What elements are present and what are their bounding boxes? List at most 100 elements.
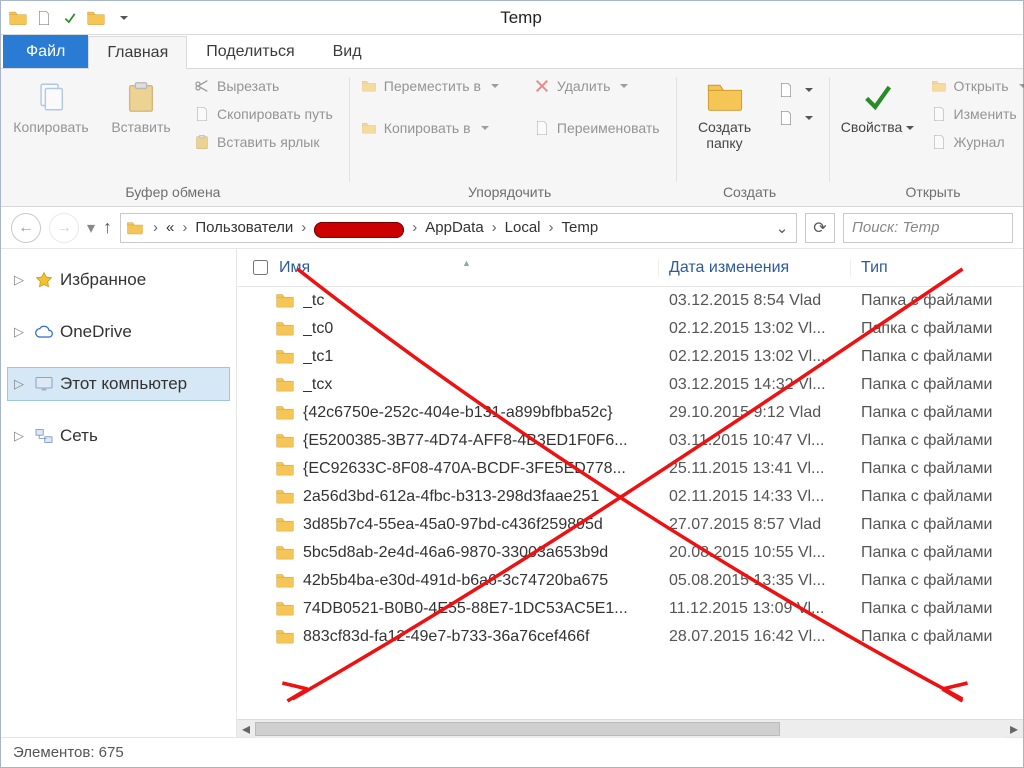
qat-properties-icon[interactable] bbox=[59, 7, 81, 29]
refresh-button[interactable]: ⟳ bbox=[805, 213, 835, 243]
file-list[interactable]: _tc03.12.2015 8:54 VladПапка с файлами_t… bbox=[237, 287, 1023, 719]
history-button[interactable]: Журнал bbox=[926, 131, 1024, 153]
column-date[interactable]: Дата изменения bbox=[659, 259, 851, 277]
table-row[interactable]: 883cf83d-fa12-49e7-b733-36a76cef466f28.0… bbox=[237, 623, 1023, 651]
scroll-track[interactable] bbox=[255, 720, 1005, 738]
content-pane: ▲Имя Дата изменения Тип _tc03.12.2015 8:… bbox=[237, 249, 1023, 737]
chevron-right-icon: ▷ bbox=[14, 376, 28, 392]
nav-network[interactable]: ▷ Сеть bbox=[7, 419, 230, 453]
nav-this-pc[interactable]: ▷ Этот компьютер bbox=[7, 367, 230, 401]
rename-icon bbox=[533, 119, 551, 137]
star-icon bbox=[34, 270, 54, 290]
window-title: Temp bbox=[139, 8, 903, 28]
properties-button[interactable]: Свойства bbox=[836, 75, 920, 135]
breadcrumb-appdata[interactable]: AppData bbox=[425, 219, 483, 236]
ribbon-tabs: Файл Главная Поделиться Вид bbox=[1, 35, 1023, 69]
table-row[interactable]: {42c6750e-252c-404e-b131-a899bfbba52c}29… bbox=[237, 399, 1023, 427]
folder-icon bbox=[275, 628, 295, 646]
file-date: 05.08.2015 13:35 Vl... bbox=[659, 572, 851, 590]
file-date: 29.10.2015 9:12 Vlad bbox=[659, 404, 851, 422]
folder-icon bbox=[275, 488, 295, 506]
folder-icon bbox=[275, 460, 295, 478]
scroll-right-icon[interactable]: ▸ bbox=[1005, 720, 1023, 738]
file-name: {EC92633C-8F08-470A-BCDF-3FE5ED778... bbox=[303, 460, 659, 478]
paste-shortcut-button[interactable]: Вставить ярлык bbox=[189, 131, 337, 153]
status-items-count: 675 bbox=[99, 744, 124, 761]
titlebar: Temp bbox=[1, 1, 1023, 35]
table-row[interactable]: {E5200385-3B77-4D74-AFF8-4B3ED1F0F6...03… bbox=[237, 427, 1023, 455]
easy-access-button[interactable] bbox=[773, 107, 817, 129]
new-folder-button[interactable]: Создатьпапку bbox=[683, 75, 767, 151]
file-name: _tcx bbox=[303, 376, 659, 394]
group-clipboard: Копировать Вставить Вырезать Скопировать… bbox=[9, 75, 337, 206]
qat-new-folder-icon[interactable] bbox=[33, 7, 55, 29]
tab-file[interactable]: Файл bbox=[3, 35, 88, 68]
rename-button[interactable]: Переименовать bbox=[529, 117, 664, 139]
file-name: 883cf83d-fa12-49e7-b733-36a76cef466f bbox=[303, 628, 659, 646]
system-menu-icon[interactable] bbox=[7, 7, 29, 29]
cut-button[interactable]: Вырезать bbox=[189, 75, 337, 97]
file-date: 02.11.2015 14:33 Vl... bbox=[659, 488, 851, 506]
breadcrumb-temp[interactable]: Temp bbox=[562, 219, 599, 236]
qat-folder-icon[interactable] bbox=[85, 7, 107, 29]
scroll-thumb[interactable] bbox=[255, 722, 780, 736]
open-button[interactable]: Открыть bbox=[926, 75, 1024, 97]
cloud-icon bbox=[34, 322, 54, 342]
search-input[interactable]: Поиск: Temp bbox=[843, 213, 1013, 243]
forward-button[interactable]: → bbox=[49, 213, 79, 243]
table-row[interactable]: _tc03.12.2015 8:54 VladПапка с файлами bbox=[237, 287, 1023, 315]
tab-share[interactable]: Поделиться bbox=[187, 35, 313, 68]
new-item-button[interactable] bbox=[773, 79, 817, 101]
explorer-window: Temp Файл Главная Поделиться Вид Копиров… bbox=[0, 0, 1024, 768]
horizontal-scrollbar[interactable]: ◂ ▸ bbox=[237, 719, 1023, 737]
address-bar[interactable]: « Пользователи AppData Local Temp ⌄ bbox=[120, 213, 797, 243]
table-row[interactable]: 5bc5d8ab-2e4d-46a6-9870-33003a653b9d20.0… bbox=[237, 539, 1023, 567]
table-row[interactable]: _tc102.12.2015 13:02 Vl...Папка с файлам… bbox=[237, 343, 1023, 371]
tab-view[interactable]: Вид bbox=[314, 35, 381, 68]
file-date: 02.12.2015 13:02 Vl... bbox=[659, 320, 851, 338]
qat-customize-icon[interactable] bbox=[111, 7, 133, 29]
paste-button[interactable]: Вставить bbox=[99, 75, 183, 135]
file-type: Папка с файлами bbox=[851, 628, 1023, 646]
file-name: 42b5b4ba-e30d-491d-b6a6-3c74720ba675 bbox=[303, 572, 659, 590]
breadcrumb-users[interactable]: Пользователи bbox=[195, 219, 293, 236]
copy-button[interactable]: Копировать bbox=[9, 75, 93, 135]
move-to-button[interactable]: Переместить в bbox=[356, 75, 503, 97]
nav-favorites[interactable]: ▷ Избранное bbox=[7, 263, 230, 297]
file-type: Папка с файлами bbox=[851, 376, 1023, 394]
table-row[interactable]: 74DB0521-B0B0-4E55-88E7-1DC53AC5E1...11.… bbox=[237, 595, 1023, 623]
folder-icon bbox=[275, 292, 295, 310]
table-row[interactable]: _tc002.12.2015 13:02 Vl...Папка с файлам… bbox=[237, 315, 1023, 343]
table-row[interactable]: _tcx03.12.2015 14:32 Vl...Папка с файлам… bbox=[237, 371, 1023, 399]
delete-button[interactable]: Удалить bbox=[529, 75, 664, 97]
edit-button[interactable]: Изменить bbox=[926, 103, 1024, 125]
table-row[interactable]: 2a56d3bd-612a-4fbc-b313-298d3faae25102.1… bbox=[237, 483, 1023, 511]
back-button[interactable]: ← bbox=[11, 213, 41, 243]
address-bar-dropdown-icon[interactable]: ⌄ bbox=[772, 219, 792, 237]
up-button[interactable]: ↑ bbox=[103, 217, 112, 238]
quick-access-toolbar bbox=[1, 7, 139, 29]
copy-to-button[interactable]: Копировать в bbox=[356, 117, 503, 139]
file-type: Папка с файлами bbox=[851, 348, 1023, 366]
file-date: 27.07.2015 8:57 Vlad bbox=[659, 516, 851, 534]
recent-locations-button[interactable]: ▾ bbox=[87, 218, 95, 238]
chevron-right-icon: ▷ bbox=[14, 272, 28, 288]
table-row[interactable]: 42b5b4ba-e30d-491d-b6a6-3c74720ba67505.0… bbox=[237, 567, 1023, 595]
body: ▷ Избранное ▷ OneDrive ▷ Этот компьютер … bbox=[1, 249, 1023, 737]
scroll-left-icon[interactable]: ◂ bbox=[237, 720, 255, 738]
tab-home[interactable]: Главная bbox=[88, 36, 187, 69]
folder-icon bbox=[275, 348, 295, 366]
open-icon bbox=[930, 77, 948, 95]
column-name[interactable]: ▲Имя bbox=[275, 259, 659, 277]
nav-onedrive[interactable]: ▷ OneDrive bbox=[7, 315, 230, 349]
breadcrumb-ell[interactable]: « bbox=[166, 219, 174, 236]
select-all-checkbox[interactable] bbox=[245, 257, 275, 278]
breadcrumb-local[interactable]: Local bbox=[505, 219, 541, 236]
scissors-icon bbox=[193, 77, 211, 95]
copy-path-button[interactable]: Скопировать путь bbox=[189, 103, 337, 125]
table-row[interactable]: {EC92633C-8F08-470A-BCDF-3FE5ED778...25.… bbox=[237, 455, 1023, 483]
file-name: _tc bbox=[303, 292, 659, 310]
table-row[interactable]: 3d85b7c4-55ea-45a0-97bd-c436f259895d27.0… bbox=[237, 511, 1023, 539]
column-type[interactable]: Тип bbox=[851, 259, 1023, 277]
file-name: {42c6750e-252c-404e-b131-a899bfbba52c} bbox=[303, 404, 659, 422]
